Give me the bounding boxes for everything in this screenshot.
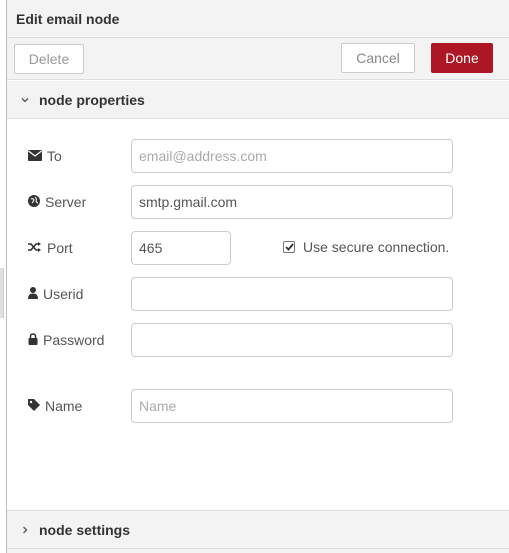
- done-button[interactable]: Done: [431, 43, 493, 73]
- envelope-icon: [28, 148, 47, 164]
- password-row: Password: [7, 323, 509, 357]
- secure-checkbox[interactable]: [283, 241, 295, 253]
- chevron-right-icon: [19, 524, 31, 536]
- user-icon: [28, 286, 43, 302]
- node-settings-label: node settings: [39, 521, 131, 538]
- node-properties-header[interactable]: node properties: [7, 81, 509, 119]
- to-input[interactable]: [131, 139, 453, 173]
- name-input[interactable]: [131, 389, 453, 423]
- edit-tray: Edit email node Delete Cancel Done node …: [6, 0, 509, 553]
- server-input[interactable]: [131, 185, 453, 219]
- secure-connection-toggle[interactable]: Use secure connection.: [283, 239, 449, 255]
- server-row: Server: [7, 185, 509, 219]
- userid-label: Userid: [28, 286, 83, 302]
- tag-icon: [28, 398, 45, 414]
- random-icon: [28, 240, 47, 256]
- lock-icon: [28, 332, 43, 348]
- resize-handle[interactable]: [0, 268, 4, 318]
- userid-row: Userid: [7, 277, 509, 311]
- to-row: To: [7, 139, 509, 173]
- port-label: Port: [28, 240, 73, 256]
- port-row: Port Use secure connection.: [7, 231, 509, 265]
- tray-footer: [7, 549, 509, 553]
- port-input[interactable]: [131, 231, 231, 265]
- tray-toolbar: Delete Cancel Done: [7, 38, 509, 80]
- tray-title: Edit email node: [16, 11, 120, 27]
- password-input[interactable]: [131, 323, 453, 357]
- secure-label: Use secure connection.: [303, 239, 450, 255]
- chevron-down-icon: [19, 94, 31, 106]
- node-properties-label: node properties: [39, 91, 145, 108]
- globe-icon: [28, 194, 45, 210]
- node-settings-header[interactable]: node settings: [7, 510, 509, 549]
- name-row: Name: [7, 389, 509, 423]
- delete-button[interactable]: Delete: [14, 44, 84, 74]
- userid-input[interactable]: [131, 277, 453, 311]
- cancel-button[interactable]: Cancel: [341, 43, 415, 73]
- tray-header: Edit email node: [7, 0, 509, 38]
- name-label: Name: [28, 398, 82, 414]
- to-label: To: [28, 148, 62, 164]
- server-label: Server: [28, 194, 86, 210]
- password-label: Password: [28, 332, 104, 348]
